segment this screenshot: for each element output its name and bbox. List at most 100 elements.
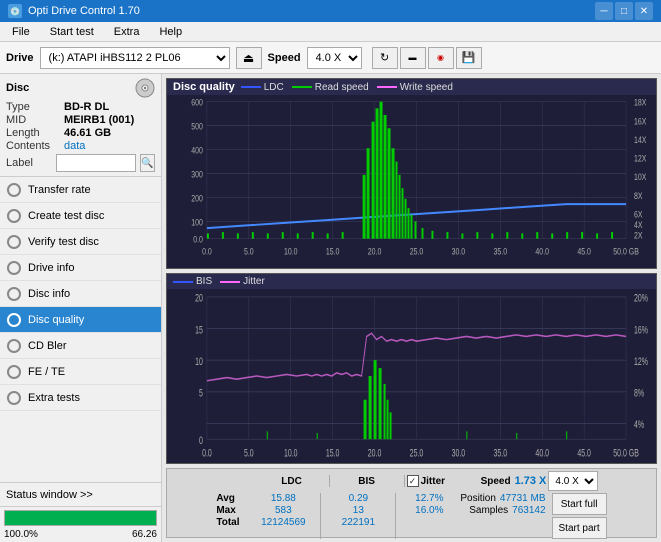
- menu-extra[interactable]: Extra: [106, 23, 148, 41]
- minimize-button[interactable]: ─: [595, 2, 613, 20]
- app-title: Opti Drive Control 1.70: [28, 5, 140, 17]
- toolbar-btn2[interactable]: ◉: [428, 47, 454, 69]
- svg-text:30.0: 30.0: [452, 447, 466, 459]
- stats-data-rows: Avg Max Total 15.88 583 12124569 0.29 13…: [216, 493, 606, 539]
- drive-label: Drive: [6, 52, 34, 64]
- drive-select[interactable]: (k:) ATAPI iHBS112 2 PL06: [40, 47, 230, 69]
- samples-label: Samples: [469, 505, 508, 516]
- svg-text:5: 5: [199, 387, 203, 399]
- svg-text:15.0: 15.0: [326, 247, 340, 257]
- nav-transfer-rate[interactable]: Transfer rate: [0, 177, 161, 203]
- disc-label-row: Label 🔍: [6, 154, 155, 172]
- disc-panel: Disc Type BD-R DL MID MEIRB1 (001) Leng: [0, 74, 161, 177]
- disc-label-label: Label: [6, 157, 52, 169]
- start-part-button[interactable]: Start part: [552, 517, 607, 539]
- svg-text:25.0: 25.0: [410, 447, 424, 459]
- bis-total: 222191: [342, 517, 375, 528]
- close-button[interactable]: ✕: [635, 2, 653, 20]
- nav-cd-bler[interactable]: CD Bler: [0, 333, 161, 359]
- svg-text:12%: 12%: [634, 355, 648, 367]
- cd-bler-icon: [6, 338, 22, 354]
- speed-select[interactable]: 4.0 X 1.0 X 2.0 X 6.0 X 8.0 X: [307, 47, 362, 69]
- svg-text:2X: 2X: [634, 231, 643, 241]
- status-window-button[interactable]: Status window >>: [0, 483, 161, 507]
- bis-col-header: BIS: [332, 476, 402, 487]
- transfer-rate-icon: [6, 182, 22, 198]
- avg-label: Avg: [216, 493, 248, 504]
- nav-verify-test-disc[interactable]: Verify test disc: [0, 229, 161, 255]
- bis-max: 13: [353, 505, 364, 516]
- disc-contents-label: Contents: [6, 140, 64, 152]
- fe-te-icon: [6, 364, 22, 380]
- start-full-button[interactable]: Start full: [552, 493, 607, 515]
- legend-read-speed-color: [292, 86, 312, 88]
- disc-mid-row: MID MEIRB1 (001): [6, 114, 155, 126]
- extra-tests-icon: [6, 390, 22, 406]
- top-chart-legend: LDC Read speed Write speed: [241, 82, 453, 93]
- disc-length-row: Length 46.61 GB: [6, 127, 155, 139]
- svg-text:15.0: 15.0: [326, 447, 340, 459]
- svg-text:40.0: 40.0: [535, 247, 549, 257]
- svg-text:100: 100: [191, 217, 203, 227]
- menu-file[interactable]: File: [4, 23, 38, 41]
- disc-type-label: Type: [6, 101, 64, 113]
- svg-text:4%: 4%: [634, 419, 644, 431]
- svg-text:200: 200: [191, 194, 203, 204]
- svg-text:8X: 8X: [634, 191, 643, 201]
- nav-fe-te[interactable]: FE / TE: [0, 359, 161, 385]
- disc-label-button[interactable]: 🔍: [140, 154, 155, 172]
- disc-contents-row: Contents data: [6, 140, 155, 152]
- nav-create-test-disc-label: Create test disc: [28, 210, 104, 222]
- progress-pct-label: 100.0%: [4, 529, 38, 540]
- ldc-avg: 15.88: [271, 493, 296, 504]
- nav-disc-info-label: Disc info: [28, 288, 70, 300]
- app-icon: 💿: [8, 4, 22, 18]
- toolbar-btn1[interactable]: ▬: [400, 47, 426, 69]
- svg-text:0.0: 0.0: [193, 235, 203, 245]
- legend-ldc-label: LDC: [264, 82, 284, 93]
- svg-text:6X: 6X: [634, 210, 643, 220]
- disc-panel-header: Disc: [6, 78, 155, 98]
- disc-mid-label: MID: [6, 114, 64, 126]
- nav-cd-bler-label: CD Bler: [28, 340, 67, 352]
- disc-label-input[interactable]: [56, 154, 136, 172]
- samples-row: Samples 763142: [469, 505, 545, 516]
- title-bar-controls[interactable]: ─ □ ✕: [595, 2, 653, 20]
- menu-start-test[interactable]: Start test: [42, 23, 102, 41]
- nav-create-test-disc[interactable]: Create test disc: [0, 203, 161, 229]
- nav-disc-quality[interactable]: Disc quality: [0, 307, 161, 333]
- jitter-col-header: Jitter: [421, 476, 481, 487]
- nav-items: Transfer rate Create test disc Verify te…: [0, 177, 161, 482]
- jitter-avg: 12.7%: [415, 493, 443, 504]
- speed-select-small[interactable]: 4.0 X 2.0 X 8.0 X: [548, 471, 598, 491]
- maximize-button[interactable]: □: [615, 2, 633, 20]
- svg-text:30.0: 30.0: [452, 247, 466, 257]
- stats-bar: LDC BIS ✓ Jitter Speed 1.73 X 4.0 X 2.0 …: [166, 468, 657, 538]
- disc-panel-title: Disc: [6, 82, 29, 94]
- svg-text:0.0: 0.0: [202, 247, 212, 257]
- svg-text:20: 20: [195, 292, 203, 304]
- top-chart-svg: 600 500 400 300 200 100 0.0 18X 16X 14X …: [167, 95, 656, 268]
- legend-write-speed-color: [377, 86, 397, 88]
- legend-read-speed-label: Read speed: [315, 82, 369, 93]
- disc-info-icon: [6, 286, 22, 302]
- legend-jitter-color: [220, 281, 240, 283]
- svg-text:35.0: 35.0: [494, 247, 508, 257]
- eject-button[interactable]: ⏏: [236, 47, 262, 69]
- svg-text:50.0 GB: 50.0 GB: [613, 447, 639, 459]
- jitter-checkbox[interactable]: ✓: [407, 475, 419, 487]
- svg-text:18X: 18X: [634, 98, 647, 108]
- svg-text:8%: 8%: [634, 387, 644, 399]
- nav-disc-info[interactable]: Disc info: [0, 281, 161, 307]
- refresh-button[interactable]: ↻: [372, 47, 398, 69]
- total-label: Total: [216, 517, 248, 528]
- bis-avg: 0.29: [349, 493, 368, 504]
- save-button[interactable]: 💾: [456, 47, 482, 69]
- menu-bar: File Start test Extra Help: [0, 22, 661, 42]
- nav-fe-te-label: FE / TE: [28, 366, 65, 378]
- menu-help[interactable]: Help: [151, 23, 190, 41]
- title-bar-left: 💿 Opti Drive Control 1.70: [8, 4, 140, 18]
- svg-text:12X: 12X: [634, 154, 647, 164]
- nav-extra-tests[interactable]: Extra tests: [0, 385, 161, 411]
- nav-drive-info[interactable]: Drive info: [0, 255, 161, 281]
